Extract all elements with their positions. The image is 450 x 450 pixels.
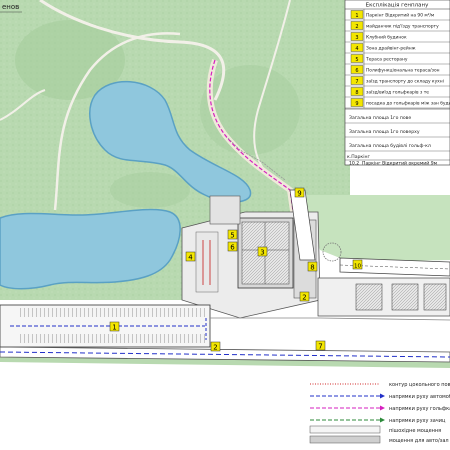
marker-8: 8 <box>307 261 318 272</box>
legend-label: напрямки руху зачиц <box>389 418 446 424</box>
explication-row-label: посадка до гольфкарів між зан будинком в… <box>366 99 450 106</box>
parking-heading: к.Паркінг <box>347 154 370 160</box>
marker-2: 2 <box>210 341 221 352</box>
explication-row-label: майданчик під'їзду транспорту <box>366 22 439 29</box>
svg-text:4: 4 <box>188 254 193 262</box>
explication-row-label: Клубний будинок <box>366 33 407 40</box>
explication-row-number: 4 <box>355 46 358 52</box>
marker-9: 9 <box>294 187 305 198</box>
legend-label: напрямки руху гольфкар <box>389 406 450 412</box>
svg-text:1: 1 <box>112 324 116 332</box>
explication-row-label: Полифункціональна тераса/зон <box>366 67 440 73</box>
marker-3: 3 <box>257 246 268 257</box>
legend-label: контур цокольного пове <box>389 382 450 388</box>
svg-text:2: 2 <box>213 344 217 352</box>
svg-text:7: 7 <box>318 343 322 351</box>
explication-table: Експлікація генплану 1 Паркінг Відкритий … <box>344 0 450 167</box>
explication-row-label: Зона драйвінг-рейнж <box>366 44 416 51</box>
marker-2b: 2 <box>299 291 310 302</box>
explication-row-label: заїзд транспорту до складу кухні <box>366 78 444 84</box>
legend-label: пішохідне мощення <box>389 428 441 434</box>
svg-text:5: 5 <box>230 232 234 240</box>
driving-range-zone <box>195 231 219 293</box>
svg-text:9: 9 <box>297 190 301 198</box>
svg-text:8: 8 <box>310 264 314 272</box>
summary-row-text: Загальна площа 1го поверху <box>349 129 420 135</box>
marker-10: 10 <box>352 259 363 270</box>
summary-row-text: Загальна площа будівлі гольф-кл <box>349 143 431 149</box>
legend-item: пішохідне мощення <box>309 425 441 434</box>
legend-item: мощення для авто/зал <box>309 435 449 444</box>
corner-label: енов <box>2 3 19 11</box>
tree-cluster <box>110 172 190 208</box>
site-plan-map: 1 2 3 4 5 6 7 8 9 10 2 енов Експлікація … <box>0 0 450 450</box>
explication-row-number: 3 <box>355 35 358 41</box>
svg-text:2: 2 <box>302 294 306 302</box>
svg-text:3: 3 <box>260 249 264 257</box>
explication-row-number: 7 <box>355 79 358 85</box>
explication-row-label: заїзд/виїзд гольфкарів з те <box>366 89 429 95</box>
marker-5: 5 <box>227 229 238 240</box>
explication-row-number: 8 <box>355 90 358 96</box>
explication-row-number: 5 <box>355 57 358 63</box>
svg-text:10: 10 <box>354 264 361 270</box>
explication-row-number: 9 <box>355 101 358 107</box>
explication-row-number: 1 <box>355 13 358 19</box>
parking-row-code: 10.2 <box>349 161 359 167</box>
explication-title: Експлікація генплану <box>366 3 429 9</box>
svg-text:6: 6 <box>230 244 235 252</box>
legend-label: мощення для авто/зал <box>389 438 449 444</box>
explication-row-number: 2 <box>355 24 358 30</box>
legend-swatch <box>309 425 381 434</box>
explication-row-number: 6 <box>355 68 358 74</box>
marker-7: 7 <box>315 340 326 351</box>
legend-label: напрямки руху автомоб <box>389 394 450 400</box>
explication-row-label: Паркінг Відкритий на 90 м²/м <box>366 11 434 18</box>
parking-row-label: Паркінг Відкритий окремий 9м <box>362 160 438 167</box>
restaurant-terrace <box>209 195 241 225</box>
marker-6: 6 <box>227 241 238 252</box>
marker-1: 1 <box>109 321 120 332</box>
summary-row-text: Загальна площа 1го пове <box>349 115 411 121</box>
legend-swatch <box>309 435 381 444</box>
marker-4: 4 <box>185 251 196 262</box>
site-plan-svg: 1 2 3 4 5 6 7 8 9 10 2 енов Експлікація … <box>0 0 450 450</box>
explication-row-label: Тераса ресторану <box>365 56 408 62</box>
